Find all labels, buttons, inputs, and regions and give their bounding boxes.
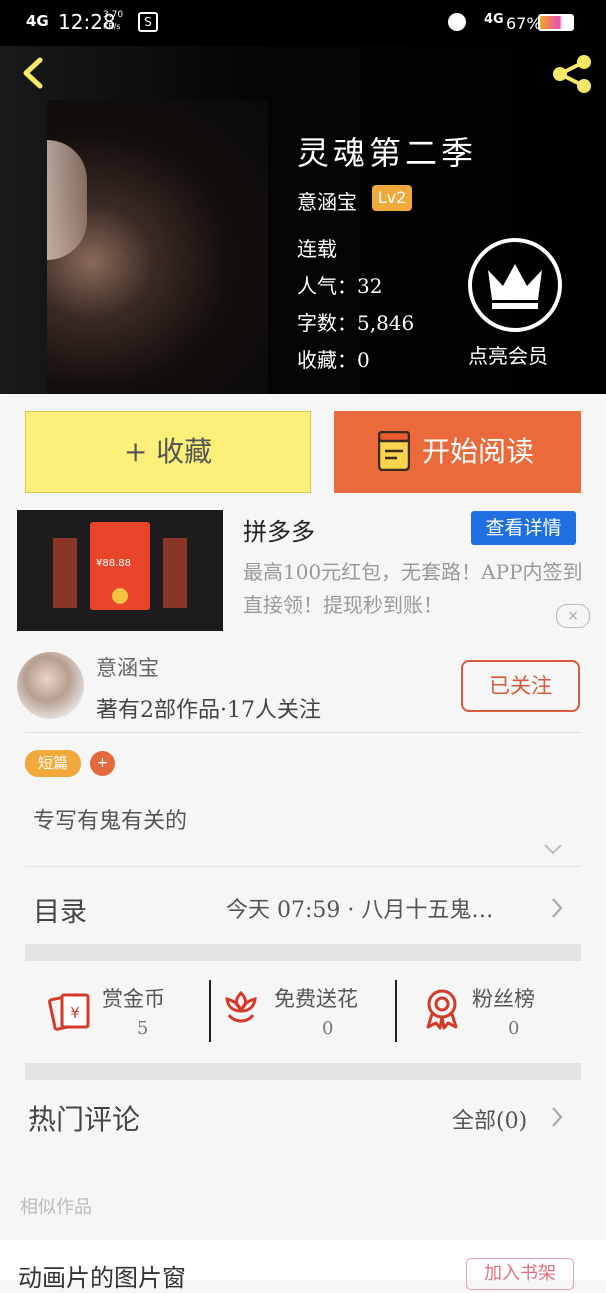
flowers-title: 免费送花 — [274, 987, 358, 1011]
battery-percent: 67% — [506, 14, 542, 33]
add-tag-button[interactable]: + — [90, 751, 115, 776]
red-packet-icon: ¥ — [48, 993, 90, 1031]
book-author[interactable]: 意涵宝 — [297, 186, 357, 215]
ad-close-button[interactable]: × — [556, 604, 590, 628]
crown-icon — [488, 264, 542, 309]
author-avatar[interactable] — [17, 652, 84, 719]
vip-button[interactable] — [468, 238, 562, 332]
app-notification-icon: S — [138, 12, 158, 32]
chevron-right-icon — [552, 898, 563, 918]
coins-value: 5 — [137, 1018, 149, 1039]
chevron-right-icon — [552, 1107, 563, 1127]
section-separator — [25, 944, 581, 961]
book-popularity: 人气：32 — [297, 274, 383, 298]
start-reading-button[interactable]: 开始阅读 — [334, 411, 581, 493]
book-word-count: 字数：5,846 — [297, 311, 415, 335]
divider — [25, 732, 581, 733]
author-stats: 著有2部作品·17人关注 — [96, 698, 321, 723]
bluetooth-icon — [448, 13, 466, 31]
svg-text:¥: ¥ — [70, 1004, 80, 1022]
fans-title: 粉丝榜 — [472, 987, 535, 1011]
fans-value: 0 — [508, 1018, 520, 1039]
section-separator — [25, 1063, 581, 1080]
network-indicator-right: 4G — [484, 12, 504, 27]
add-to-shelf-button[interactable]: 加入书架 — [466, 1258, 574, 1290]
award-ribbon-icon — [426, 989, 458, 1030]
follow-button[interactable]: 已关注 — [461, 660, 580, 712]
level-badge: Lv2 — [372, 185, 412, 211]
all-comments-link[interactable]: 全部(0) — [452, 1103, 527, 1135]
divider — [209, 980, 211, 1042]
toc-label: 目录 — [33, 897, 87, 928]
synopsis-text: 专写有鬼有关的 — [33, 809, 188, 834]
collect-button[interactable]: + 收藏 — [25, 411, 311, 493]
back-arrow-icon — [23, 57, 43, 89]
divider — [395, 980, 397, 1042]
net-speed-unit: KB/s — [103, 22, 121, 31]
toc-latest-chapter: 今天 07:59 · 八月十五鬼… — [226, 898, 494, 923]
coins-title: 赏金币 — [102, 987, 165, 1011]
battery-icon — [538, 14, 574, 31]
book-cover[interactable] — [47, 100, 268, 394]
start-reading-label: 开始阅读 — [422, 435, 535, 468]
share-icon — [553, 55, 591, 93]
vip-label[interactable]: 点亮会员 — [468, 340, 548, 369]
book-title: 灵魂第二季 — [297, 134, 478, 172]
flower-icon — [225, 990, 257, 1023]
similar-works-label: 相似作品 — [20, 1197, 92, 1218]
ad-description[interactable]: 最高100元红包，无套路！APP内签到直接领！提现秒到账！ — [243, 556, 588, 622]
ad-packet-amount: ¥88.88 — [96, 558, 131, 569]
book-status: 连载 — [297, 237, 337, 261]
share-button[interactable] — [548, 52, 596, 96]
ad-detail-button[interactable]: 查看详情 — [471, 511, 576, 545]
author-name[interactable]: 意涵宝 — [96, 652, 159, 682]
status-bar: 4G 12:28 3.70 KB/s S 4G 67% — [0, 0, 606, 46]
hot-comments-label: 热门评论 — [28, 1103, 141, 1136]
ad-image[interactable]: ¥88.88 — [17, 510, 223, 631]
back-button[interactable] — [14, 52, 54, 92]
book-collections: 收藏：0 — [297, 348, 370, 372]
divider — [25, 866, 581, 867]
network-indicator: 4G — [26, 12, 49, 30]
net-speed: 3.70 — [103, 10, 124, 20]
flowers-value: 0 — [322, 1018, 334, 1039]
chevron-down-icon[interactable] — [543, 842, 563, 856]
ad-title[interactable]: 拼多多 — [243, 512, 315, 547]
similar-work-title[interactable]: 动画片的图片窗 — [18, 1258, 186, 1293]
genre-tag[interactable]: 短篇 — [25, 750, 81, 777]
book-icon — [378, 431, 410, 471]
